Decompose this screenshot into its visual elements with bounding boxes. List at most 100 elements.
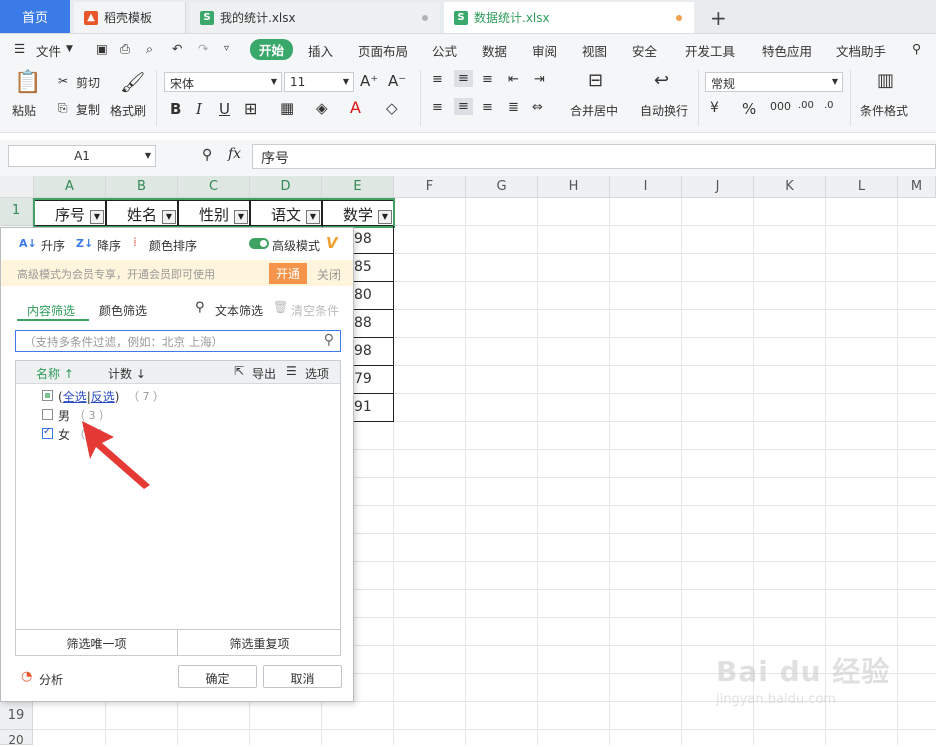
tab-daoke[interactable]: ▲ 稻壳模板: [74, 2, 186, 33]
open-vip-button[interactable]: 开通: [269, 263, 308, 284]
color-sort-button[interactable]: 颜色排序: [149, 237, 197, 254]
invert-select-link[interactable]: 反选: [91, 390, 115, 404]
text-filter-button[interactable]: 文本筛选: [215, 302, 263, 319]
paste-icon[interactable]: 📋: [14, 70, 41, 95]
select-all-corner[interactable]: [0, 176, 34, 198]
increase-decimal-icon[interactable]: .00: [798, 100, 814, 111]
cond-format-icon[interactable]: ▥: [877, 70, 894, 91]
decrease-font-icon[interactable]: A⁻: [388, 72, 406, 90]
merge-center-button[interactable]: 合并居中: [570, 102, 618, 119]
checkbox-partial[interactable]: [42, 390, 53, 401]
save-icon[interactable]: ▣: [96, 41, 108, 56]
menu-dev-tools[interactable]: 开发工具: [685, 41, 735, 60]
font-size-select[interactable]: 11 ▼: [284, 72, 354, 92]
fill-color-icon[interactable]: ◈: [316, 99, 328, 117]
cut-icon[interactable]: ✂: [58, 74, 68, 88]
quick-access-dropdown-icon[interactable]: ▿: [224, 43, 229, 54]
col-header-g[interactable]: G: [466, 176, 538, 198]
close-notice-button[interactable]: 关闭: [317, 266, 341, 283]
eraser-icon[interactable]: ◇: [386, 99, 398, 117]
align-bottom-icon[interactable]: ≡: [482, 72, 493, 87]
advanced-mode-toggle[interactable]: [249, 238, 269, 249]
indent-decrease-icon[interactable]: ⇤: [508, 72, 519, 87]
search-icon[interactable]: ⚲: [912, 41, 921, 56]
fx-icon[interactable]: fx: [228, 146, 241, 162]
col-header-k[interactable]: K: [754, 176, 826, 198]
filter-unique-button[interactable]: 筛选唯一项: [16, 630, 178, 655]
col-header-b[interactable]: B: [106, 176, 178, 198]
auto-wrap-button[interactable]: 自动换行: [640, 102, 688, 119]
justify-icon[interactable]: ≣: [508, 100, 519, 115]
merge-center-icon[interactable]: ⊟: [588, 70, 603, 91]
col-header-c[interactable]: C: [178, 176, 250, 198]
indent-increase-icon[interactable]: ⇥: [534, 72, 545, 87]
redo-icon[interactable]: ↷: [198, 41, 208, 56]
menu-review[interactable]: 审阅: [532, 41, 557, 60]
col-header-m[interactable]: M: [898, 176, 936, 198]
new-tab-button[interactable]: +: [704, 2, 730, 33]
bold-icon[interactable]: B: [170, 100, 181, 118]
decrease-decimal-icon[interactable]: .0: [824, 100, 834, 111]
col-header-i[interactable]: I: [610, 176, 682, 198]
col-header-d[interactable]: D: [250, 176, 322, 198]
menu-view[interactable]: 视图: [582, 41, 607, 60]
font-name-select[interactable]: 宋体 ▼: [164, 72, 282, 92]
tab-home[interactable]: 首页: [0, 0, 70, 33]
percent-icon[interactable]: %: [742, 100, 756, 118]
currency-icon[interactable]: ¥: [710, 100, 719, 116]
sort-by-name-button[interactable]: 名称 ↑: [36, 365, 74, 382]
align-middle-icon[interactable]: ≡: [454, 70, 473, 87]
checkbox-unchecked[interactable]: [42, 409, 53, 420]
filter-list[interactable]: 名称 ↑ 计数 ↓ ⇱ 导出 ☰ 选项 (全选|反选) （ 7 ） 男 （ 3 …: [15, 360, 341, 630]
paste-button[interactable]: 粘贴: [12, 102, 36, 119]
italic-icon[interactable]: I: [196, 100, 202, 118]
analysis-button[interactable]: 分析: [39, 671, 63, 688]
cancel-button[interactable]: 取消: [263, 665, 342, 688]
hamburger-icon[interactable]: ☰: [14, 41, 25, 56]
fill-style-icon[interactable]: ▦: [280, 99, 294, 117]
col-header-h[interactable]: H: [538, 176, 610, 198]
tab-content-filter[interactable]: 内容筛选: [27, 302, 75, 319]
sort-by-count-button[interactable]: 计数 ↓: [108, 365, 146, 382]
sort-asc-button[interactable]: 升序: [41, 237, 65, 254]
format-painter-button[interactable]: 格式刷: [110, 102, 146, 119]
ok-button[interactable]: 确定: [178, 665, 257, 688]
options-button[interactable]: 选项: [305, 365, 329, 382]
align-right-icon[interactable]: ≡: [482, 100, 493, 115]
select-all-link[interactable]: 全选: [63, 390, 87, 404]
border-icon[interactable]: ⊞: [244, 99, 257, 118]
comma-style-icon[interactable]: 000: [770, 100, 791, 113]
row-header-1[interactable]: 1: [0, 198, 33, 226]
menu-page-layout[interactable]: 页面布局: [358, 41, 408, 60]
col-header-f[interactable]: F: [394, 176, 466, 198]
font-color-icon[interactable]: A: [350, 98, 361, 117]
checkbox-checked[interactable]: ✓: [42, 426, 53, 439]
menu-special[interactable]: 特色应用: [762, 41, 812, 60]
copy-button[interactable]: 复制: [76, 101, 100, 118]
distributed-icon[interactable]: ⇔: [532, 100, 543, 115]
search-icon[interactable]: ⚲: [324, 332, 334, 348]
print-icon[interactable]: ⎙: [120, 41, 130, 57]
zoom-icon[interactable]: ⚲: [202, 147, 212, 163]
menu-insert[interactable]: 插入: [308, 41, 333, 60]
clear-condition-button[interactable]: 清空条件: [291, 302, 339, 319]
cut-button[interactable]: 剪切: [76, 74, 100, 91]
sort-desc-button[interactable]: 降序: [97, 237, 121, 254]
list-item-select-all[interactable]: (全选|反选) （ 7 ）: [40, 387, 320, 405]
copy-icon[interactable]: ⎘: [58, 101, 68, 116]
tab-datastat[interactable]: S 数据统计.xlsx: [444, 2, 694, 33]
filter-duplicate-button[interactable]: 筛选重复项: [179, 630, 340, 655]
align-left-icon[interactable]: ≡: [432, 100, 443, 115]
menu-start[interactable]: 开始: [250, 39, 294, 60]
menu-doc-helper[interactable]: 文档助手: [836, 41, 886, 60]
menu-data[interactable]: 数据: [482, 41, 507, 60]
cond-format-button[interactable]: 条件格式: [860, 102, 908, 119]
col-header-a[interactable]: A: [34, 176, 106, 198]
menu-security[interactable]: 安全: [632, 41, 657, 60]
underline-icon[interactable]: U: [219, 100, 230, 118]
print-preview-icon[interactable]: ⌕: [146, 41, 153, 57]
format-painter-icon[interactable]: 🖌: [120, 70, 145, 94]
menu-formula[interactable]: 公式: [432, 41, 457, 60]
undo-icon[interactable]: ↶: [172, 41, 182, 56]
menu-file[interactable]: 文件: [36, 41, 61, 60]
